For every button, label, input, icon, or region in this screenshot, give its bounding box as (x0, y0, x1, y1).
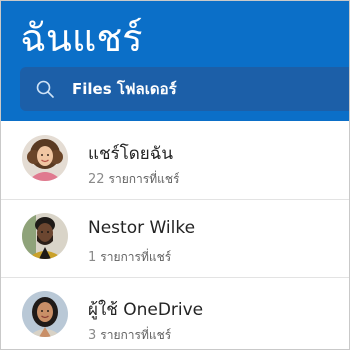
shared-count: 22 รายการที่แชร์ (88, 170, 179, 189)
avatar-woman-curly-hair-icon (22, 135, 68, 181)
avatar-woman-dark-hair-icon (22, 291, 68, 337)
avatar (22, 213, 68, 259)
search-bar[interactable]: Files โฟลเดอร์ (20, 67, 349, 111)
shared-count-label: รายการที่แชร์ (108, 172, 180, 186)
app-frame: ฉันแชร์ Files โฟลเดอร์ แชร์โดยฉัน 22 ราย… (0, 0, 350, 350)
shared-count: 1 รายการที่แชร์ (88, 248, 171, 267)
shared-count-number: 22 (88, 172, 105, 187)
search-icon (36, 80, 54, 98)
person-name: แชร์โดยฉัน (88, 144, 173, 164)
shared-count: 3 รายการที่แชร์ (88, 326, 171, 345)
list-item-nestor-wilke[interactable]: Nestor Wilke 1 รายการที่แชร์ (1, 199, 349, 277)
list-item-shared-by-me[interactable]: แชร์โดยฉัน 22 รายการที่แชร์ (1, 122, 349, 199)
search-placeholder: Files โฟลเดอร์ (72, 80, 177, 98)
avatar (22, 291, 68, 337)
shared-count-label: รายการที่แชร์ (100, 328, 172, 342)
person-name: ผู้ใช้ OneDrive (88, 300, 204, 320)
list-item-onedrive-user[interactable]: ผู้ใช้ OneDrive 3 รายการที่แชร์ (1, 277, 349, 349)
header-bar: ฉันแชร์ Files โฟลเดอร์ (1, 1, 349, 121)
avatar (22, 135, 68, 181)
shared-people-list: แชร์โดยฉัน 22 รายการที่แชร์ Nestor Wilke… (1, 122, 349, 349)
page-title: ฉันแชร์ (20, 16, 143, 60)
avatar-man-beard-icon (22, 213, 68, 259)
shared-count-label: รายการที่แชร์ (100, 250, 172, 264)
person-name: Nestor Wilke (88, 218, 196, 238)
shared-count-number: 1 (88, 250, 97, 265)
shared-count-number: 3 (88, 328, 97, 343)
